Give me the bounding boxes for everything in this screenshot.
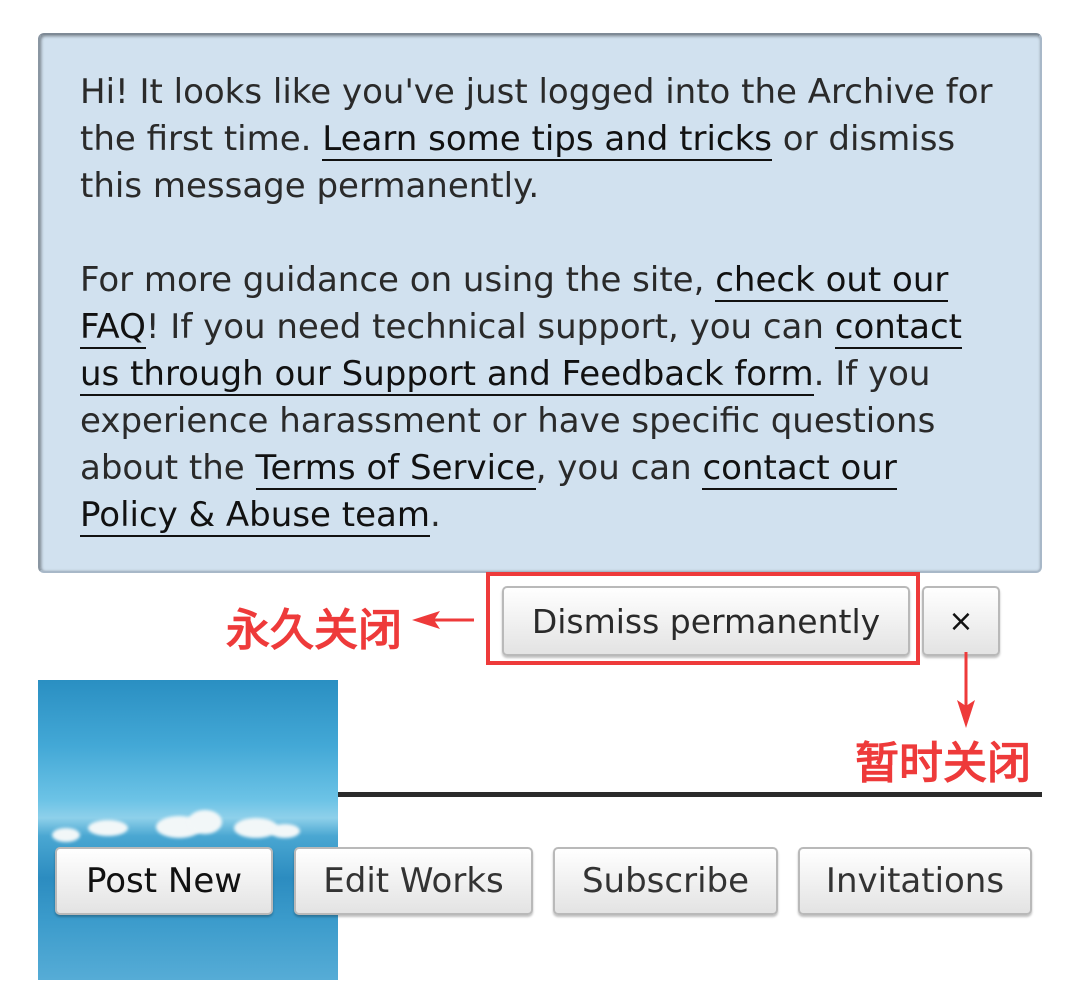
guidance-text-4: , you can [535,448,703,488]
header-divider [338,792,1042,797]
invitations-button[interactable]: Invitations [798,847,1032,915]
post-new-button[interactable]: Post New [55,847,273,915]
annotation-dismiss-temporarily: 暂时关闭 [855,738,1031,789]
notice-paragraph-intro: Hi! It looks like you've just logged int… [80,69,1004,210]
arrow-left-icon [412,611,474,629]
guidance-text-2: ! If you need technical support, you can [145,307,835,347]
close-notice-button[interactable]: × [922,586,1000,656]
notice-paragraph-guidance: For more guidance on using the site, che… [80,257,1004,539]
guidance-text-1: For more guidance on using the site, [80,260,716,300]
profile-icon-image [38,680,338,980]
annotation-dismiss-permanently: 永久关闭 [226,605,402,656]
terms-of-service-link[interactable]: Terms of Service [255,448,536,490]
arrow-down-icon [957,652,975,728]
guidance-text-5: . [429,495,441,535]
first-login-notice: Hi! It looks like you've just logged int… [38,33,1042,573]
dismiss-permanently-button[interactable]: Dismiss permanently [502,586,910,656]
edit-works-button[interactable]: Edit Works [294,847,533,915]
tips-and-tricks-link[interactable]: Learn some tips and tricks [322,119,772,161]
subscribe-button[interactable]: Subscribe [553,847,778,915]
